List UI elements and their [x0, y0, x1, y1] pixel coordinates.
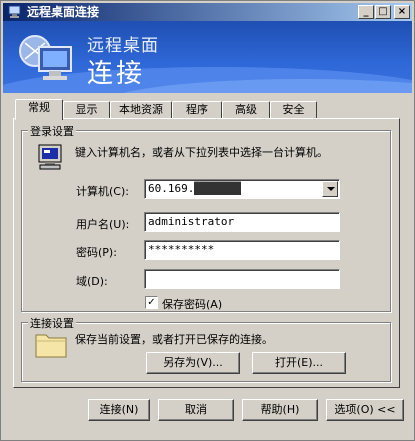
password-input[interactable]: ********** — [144, 240, 340, 260]
remote-desktop-window: 远程桌面连接 _ □ × 远程桌面 连接 常规 显示 本地资源 程序 高级 安全… — [0, 0, 415, 441]
tab-security[interactable]: 安全 — [270, 101, 317, 118]
domain-input[interactable] — [144, 269, 340, 289]
computer-value: 60.169. — [148, 182, 195, 195]
help-button[interactable]: 帮助(H) — [242, 399, 318, 421]
computer-combobox[interactable]: 60.169.███████ — [144, 179, 340, 199]
cancel-button[interactable]: 取消 — [158, 399, 234, 421]
maximize-button[interactable]: □ — [375, 5, 391, 19]
computer-label: 计算机(C): — [76, 185, 129, 198]
remote-desktop-logo-icon — [19, 35, 72, 80]
window-title: 远程桌面连接 — [27, 5, 100, 19]
header-banner: 远程桌面 连接 — [3, 21, 412, 93]
tab-local-resources[interactable]: 本地资源 — [110, 101, 172, 118]
general-tab-panel: 登录设置 键入计算机名，或者从下拉列表中选择一台计算机。 计算机(C): 60.… — [13, 118, 400, 388]
connection-instruction: 保存当前设置，或者打开已保存的连接。 — [75, 333, 273, 346]
login-settings-group: 登录设置 键入计算机名，或者从下拉列表中选择一台计算机。 计算机(C): 60.… — [21, 123, 391, 312]
tab-general[interactable]: 常规 — [15, 99, 63, 120]
login-settings-label: 登录设置 — [28, 123, 76, 139]
save-password-label[interactable]: 保存密码(A) — [162, 296, 222, 312]
domain-label: 域(D): — [76, 275, 108, 288]
remote-desktop-app-icon — [8, 5, 21, 18]
connect-button[interactable]: 连接(N) — [88, 399, 150, 421]
tab-advanced[interactable]: 高级 — [222, 101, 270, 118]
save-password-checkbox[interactable]: ✓ — [145, 296, 158, 309]
options-button[interactable]: 选项(O) << — [326, 399, 404, 421]
title-bar[interactable]: 远程桌面连接 _ □ × — [3, 3, 412, 21]
folder-icon — [35, 334, 67, 358]
save-as-button[interactable]: 另存为(V)... — [146, 352, 240, 374]
tab-programs[interactable]: 程序 — [172, 101, 222, 118]
tab-display[interactable]: 显示 — [63, 101, 110, 118]
login-instruction: 键入计算机名，或者从下拉列表中选择一台计算机。 — [75, 146, 328, 159]
computer-dropdown-button[interactable] — [322, 181, 338, 197]
password-label: 密码(P): — [76, 246, 117, 259]
computer-value-redacted: ███████ — [194, 182, 241, 195]
computer-icon — [38, 144, 62, 170]
open-button[interactable]: 打开(E)... — [252, 352, 346, 374]
minimize-button[interactable]: _ — [358, 5, 374, 19]
banner-title-line2: 连接 — [87, 59, 146, 89]
username-label: 用户名(U): — [76, 218, 130, 231]
username-input[interactable]: administrator — [144, 212, 340, 232]
close-button[interactable]: × — [394, 5, 410, 19]
connection-settings-group: 连接设置 保存当前设置，或者打开已保存的连接。 另存为(V)... 打开(E).… — [21, 315, 391, 382]
